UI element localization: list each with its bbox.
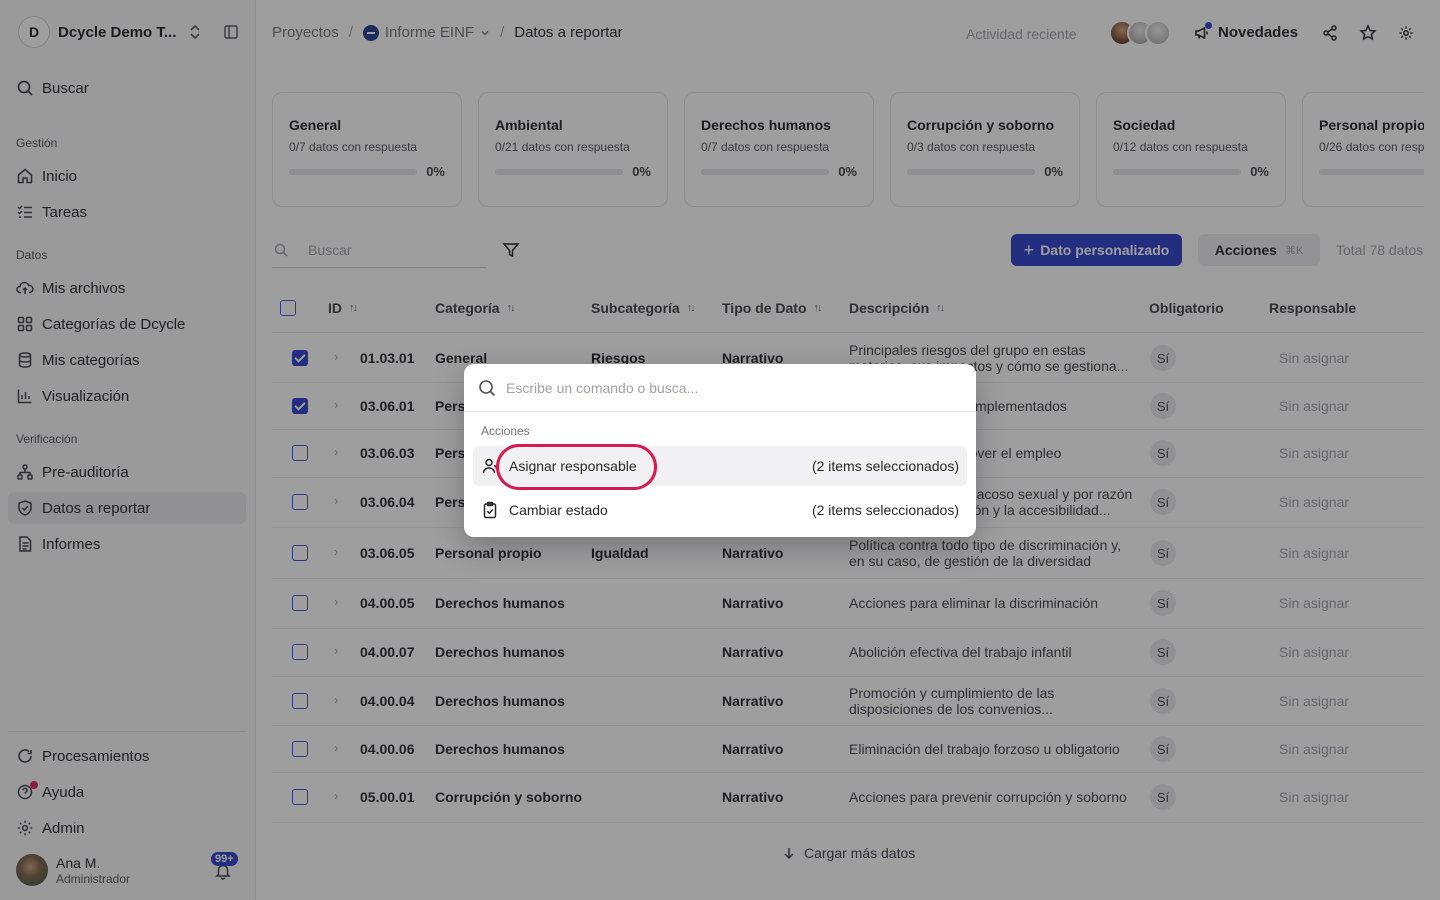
command-change-status[interactable]: Cambiar estado (2 items seleccionados) [473,490,967,530]
command-meta: (2 items seleccionados) [811,458,959,474]
command-label: Cambiar estado [509,502,608,518]
command-search-input[interactable]: Escribe un comando o busca... [464,364,976,412]
command-group-label: Acciones [481,424,530,438]
clipboard-check-icon [481,501,499,519]
highlight-annotation [496,444,657,490]
command-meta: (2 items seleccionados) [811,502,959,518]
command-placeholder: Escribe un comando o busca... [506,379,699,396]
search-icon [478,379,496,397]
